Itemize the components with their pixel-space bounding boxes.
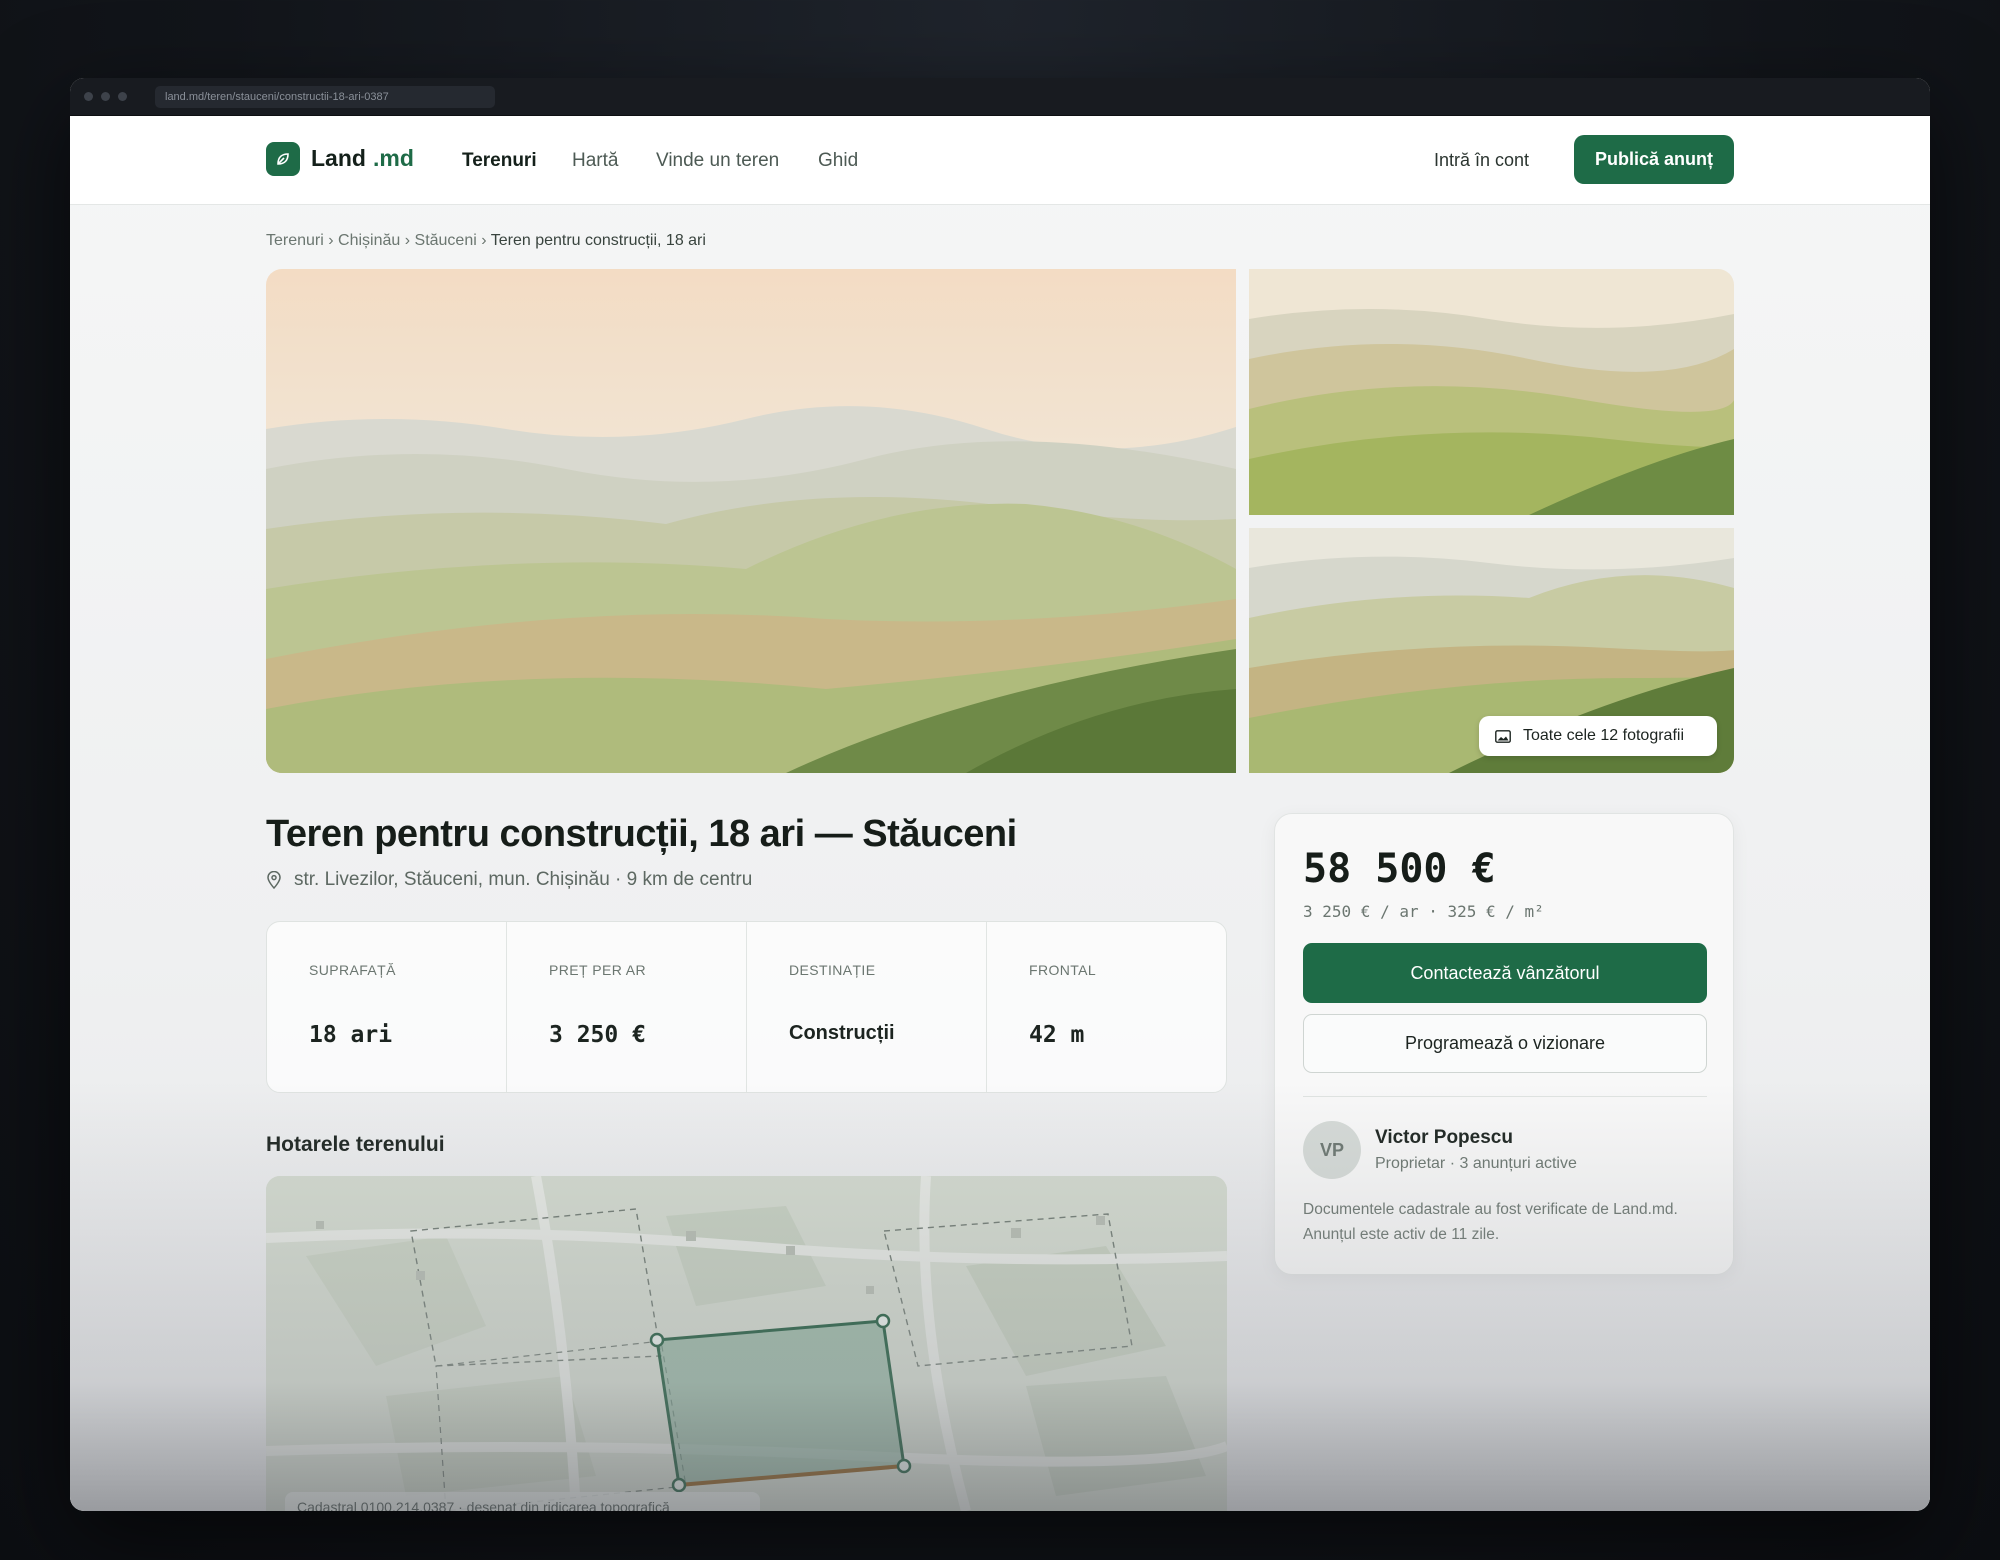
location-pin-icon	[267, 871, 281, 889]
breadcrumb-item[interactable]: Stăuceni	[415, 232, 477, 249]
seller-meta: Proprietar · 3 anunțuri active	[1375, 1155, 1577, 1172]
window-dot[interactable]	[118, 92, 127, 101]
stat-value: 3 250 €	[549, 1022, 646, 1048]
stat-label: PREȚ PER AR	[549, 962, 646, 978]
stat-surface: SUPRAFAȚĂ 18 ari	[267, 922, 507, 1092]
breadcrumb-item[interactable]: Chișinău	[338, 232, 400, 249]
parcel-map[interactable]	[266, 1176, 1227, 1511]
image-icon	[1495, 729, 1511, 743]
stat-value: 42 m	[1029, 1022, 1085, 1048]
stat-label: FRONTAL	[1029, 962, 1097, 978]
side-photo-1[interactable]	[1249, 269, 1734, 515]
breadcrumb-current: Teren pentru construcții, 18 ari	[490, 232, 706, 249]
stat-label: DESTINAȚIE	[789, 962, 876, 978]
window-dot[interactable]	[84, 92, 93, 101]
parcel-boundary	[655, 1319, 906, 1487]
boundaries-title: Hotarele terenului	[266, 1133, 445, 1156]
breadcrumb-item[interactable]: Terenuri	[266, 232, 324, 249]
nav-terenuri[interactable]: Terenuri	[462, 150, 537, 172]
nav-vinde-teren[interactable]: Vinde un teren	[656, 150, 779, 172]
seller-name[interactable]: Victor Popescu	[1375, 1127, 1513, 1149]
divider	[1303, 1096, 1707, 1097]
price-detail: 3 250 € / ar · 325 € / m²	[1303, 902, 1544, 921]
all-photos-label: Toate cele 12 fotografii	[1523, 727, 1684, 744]
nav-ghid[interactable]: Ghid	[818, 150, 858, 172]
top-navbar: Land .md Terenuri Hartă Vinde un teren G…	[70, 116, 1930, 205]
breadcrumb: Terenuri › Chișinău › Stăuceni › Teren p…	[266, 232, 706, 249]
address-text: str. Livezilor, Stăuceni, mun. Chișinău …	[294, 869, 753, 890]
price: 58 500 €	[1303, 846, 1496, 892]
stat-value: 18 ari	[309, 1022, 393, 1048]
stat-price-per-are: PREȚ PER AR 3 250 €	[507, 922, 747, 1092]
logo-name[interactable]: Land	[311, 145, 366, 172]
leaf-icon[interactable]	[266, 142, 300, 176]
price-card: 58 500 € 3 250 € / ar · 325 € / m² Conta…	[1274, 813, 1734, 1275]
stat-frontage: FRONTAL 42 m	[987, 922, 1226, 1092]
stat-label: SUPRAFAȚĂ	[309, 962, 396, 978]
publish-button[interactable]: Publică anunț	[1574, 135, 1734, 184]
listing-address: str. Livezilor, Stăuceni, mun. Chișinău …	[266, 869, 752, 891]
stats-grid: SUPRAFAȚĂ 18 ari PREȚ PER AR 3 250 € DES…	[266, 921, 1227, 1093]
main-photo[interactable]	[266, 269, 1236, 773]
stat-value: Construcții	[789, 1022, 895, 1044]
browser-window: land.md/teren/stauceni/constructii-18-ar…	[70, 78, 1930, 1511]
browser-chrome: land.md/teren/stauceni/constructii-18-ar…	[70, 78, 1930, 116]
avatar[interactable]: VP	[1303, 1121, 1361, 1179]
login-link[interactable]: Intră în cont	[1434, 150, 1529, 171]
schedule-viewing-button[interactable]: Programează o vizionare	[1303, 1014, 1707, 1073]
logo-tld[interactable]: .md	[373, 145, 414, 172]
address-bar[interactable]: land.md/teren/stauceni/constructii-18-ar…	[155, 85, 495, 108]
listing-title: Teren pentru construcții, 18 ari — Stăuc…	[266, 813, 1017, 855]
nav-harta[interactable]: Hartă	[572, 150, 618, 172]
window-dot[interactable]	[101, 92, 110, 101]
stat-destination: DESTINAȚIE Construcții	[747, 922, 987, 1092]
all-photos-button[interactable]: Toate cele 12 fotografii	[1479, 716, 1717, 756]
map-caption: Cadastral 0100.214.0387 · desenat din ri…	[285, 1492, 760, 1511]
contact-seller-button[interactable]: Contactează vânzătorul	[1303, 943, 1707, 1003]
verification-note: Documentele cadastrale au fost verificat…	[1303, 1201, 1678, 1243]
page: Land .md Terenuri Hartă Vinde un teren G…	[70, 116, 1930, 1511]
